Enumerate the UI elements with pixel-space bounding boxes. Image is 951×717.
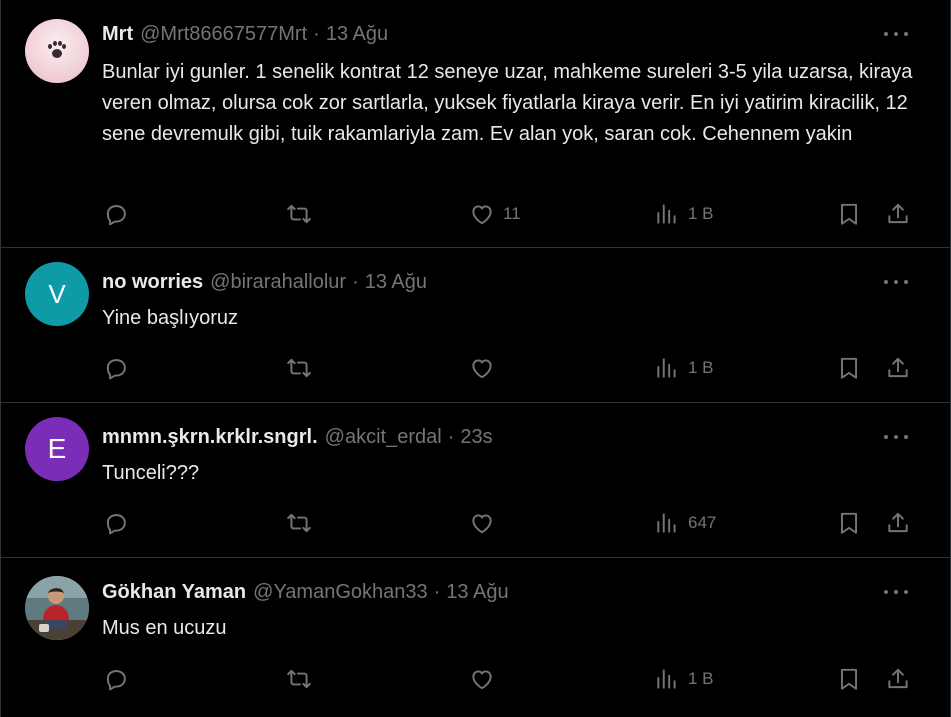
views-button[interactable]: 1 B: [654, 665, 714, 693]
timestamp[interactable]: 13 Ağu: [365, 271, 427, 294]
retweet-button[interactable]: [286, 200, 312, 228]
timestamp[interactable]: 13 Ağu: [326, 23, 388, 46]
tweet-actions: 1 B: [102, 354, 920, 382]
view-count: 1 B: [688, 204, 714, 223]
avatar[interactable]: E: [25, 417, 89, 481]
share-button[interactable]: [885, 665, 911, 693]
like-button[interactable]: 11: [469, 200, 521, 228]
views-button[interactable]: 1 B: [654, 354, 714, 382]
user-handle[interactable]: @Mrt86667577Mrt: [140, 23, 307, 46]
user-photo: [25, 576, 89, 640]
share-icon: [888, 668, 908, 689]
user-handle[interactable]: @birarahallolur: [210, 271, 346, 294]
reply-button[interactable]: [103, 200, 129, 228]
avatar[interactable]: [25, 576, 89, 640]
tweet[interactable]: Mrt @Mrt86667577Mrt · 13 Ağu Bunlar iyi …: [1, 0, 950, 248]
bookmark-icon: [840, 668, 858, 690]
reply-button[interactable]: [103, 509, 129, 537]
like-button[interactable]: [469, 354, 503, 382]
reply-feed: Mrt @Mrt86667577Mrt · 13 Ağu Bunlar iyi …: [0, 0, 951, 717]
paw-icon: [47, 41, 67, 61]
view-count: 1 B: [688, 358, 714, 377]
views-icon: [657, 204, 676, 224]
view-count: 1 B: [688, 669, 714, 688]
retweet-icon: [287, 204, 311, 224]
user-handle[interactable]: @akcit_erdal: [325, 426, 442, 449]
tweet[interactable]: Gökhan Yaman @YamanGokhan33 · 13 Ağu Mus…: [1, 558, 950, 717]
share-button[interactable]: [885, 354, 911, 382]
share-button[interactable]: [885, 509, 911, 537]
reply-button[interactable]: [103, 665, 129, 693]
tweet-text: Yine başlıyoruz: [102, 307, 238, 329]
display-name[interactable]: no worries: [102, 271, 203, 294]
tweet[interactable]: E mnmn.şkrn.krklr.sngrl. @akcit_erdal · …: [1, 403, 950, 558]
tweet-text: Mus en ucuzu: [102, 617, 227, 639]
reply-icon: [106, 205, 126, 226]
heart-icon: [472, 670, 492, 690]
separator-dot: ·: [352, 270, 359, 293]
tweet-actions: 11 1 B: [102, 200, 920, 228]
tweet-text: Tunceli???: [102, 462, 200, 484]
tweet-header: mnmn.şkrn.krklr.sngrl. @akcit_erdal · 23…: [102, 424, 920, 450]
avatar[interactable]: V: [25, 262, 89, 326]
timestamp[interactable]: 23s: [460, 426, 492, 449]
bookmark-button[interactable]: [836, 665, 862, 693]
more-dots-icon[interactable]: [884, 273, 908, 291]
views-icon: [657, 358, 676, 378]
reply-icon: [106, 359, 126, 380]
bookmark-icon: [840, 357, 858, 379]
heart-icon: [472, 205, 492, 225]
separator-dot: ·: [447, 425, 455, 448]
retweet-icon: [287, 358, 311, 378]
separator-dot: ·: [433, 580, 441, 603]
like-button[interactable]: [469, 509, 503, 537]
retweet-button[interactable]: [286, 665, 312, 693]
tweet-header: Gökhan Yaman @YamanGokhan33 · 13 Ağu: [102, 579, 920, 605]
share-button[interactable]: [885, 200, 911, 228]
heart-icon: [472, 514, 492, 534]
retweet-button[interactable]: [286, 354, 312, 382]
share-icon: [888, 203, 908, 224]
separator-dot: ·: [313, 22, 320, 45]
like-button[interactable]: [469, 665, 503, 693]
like-count: 11: [503, 204, 521, 223]
more-dots-icon[interactable]: [884, 583, 908, 601]
reply-icon: [106, 514, 126, 535]
more-dots-icon[interactable]: [884, 25, 908, 43]
reply-icon: [106, 670, 126, 691]
avatar[interactable]: [25, 19, 89, 83]
share-icon: [888, 512, 908, 533]
view-count: 647: [688, 513, 717, 532]
user-handle[interactable]: @YamanGokhan33: [253, 581, 427, 604]
heart-icon: [472, 359, 492, 379]
bookmark-icon: [840, 203, 858, 225]
display-name[interactable]: Gökhan Yaman: [102, 581, 246, 604]
tweet-header: Mrt @Mrt86667577Mrt · 13 Ağu: [102, 21, 920, 47]
bookmark-button[interactable]: [836, 509, 862, 537]
tweet[interactable]: V no worries @birarahallolur · 13 Ağu Yi…: [1, 248, 950, 403]
views-icon: [657, 513, 676, 533]
tweet-text: Bunlar iyi gunler. 1 senelik kontrat 12 …: [102, 61, 913, 145]
views-icon: [657, 669, 676, 689]
tweet-actions: 647: [102, 509, 920, 537]
more-dots-icon[interactable]: [884, 428, 908, 446]
retweet-button[interactable]: [286, 509, 312, 537]
views-button[interactable]: 1 B: [654, 200, 714, 228]
display-name[interactable]: mnmn.şkrn.krklr.sngrl.: [102, 426, 318, 449]
reply-button[interactable]: [103, 354, 129, 382]
retweet-icon: [287, 669, 311, 689]
tweet-actions: 1 B: [102, 665, 920, 693]
bookmark-button[interactable]: [836, 200, 862, 228]
views-button[interactable]: 647: [654, 509, 716, 537]
bookmark-icon: [840, 512, 858, 534]
bookmark-button[interactable]: [836, 354, 862, 382]
timestamp[interactable]: 13 Ağu: [446, 581, 508, 604]
display-name[interactable]: Mrt: [102, 23, 133, 46]
retweet-icon: [287, 513, 311, 533]
share-icon: [888, 357, 908, 378]
tweet-header: no worries @birarahallolur · 13 Ağu: [102, 269, 920, 295]
